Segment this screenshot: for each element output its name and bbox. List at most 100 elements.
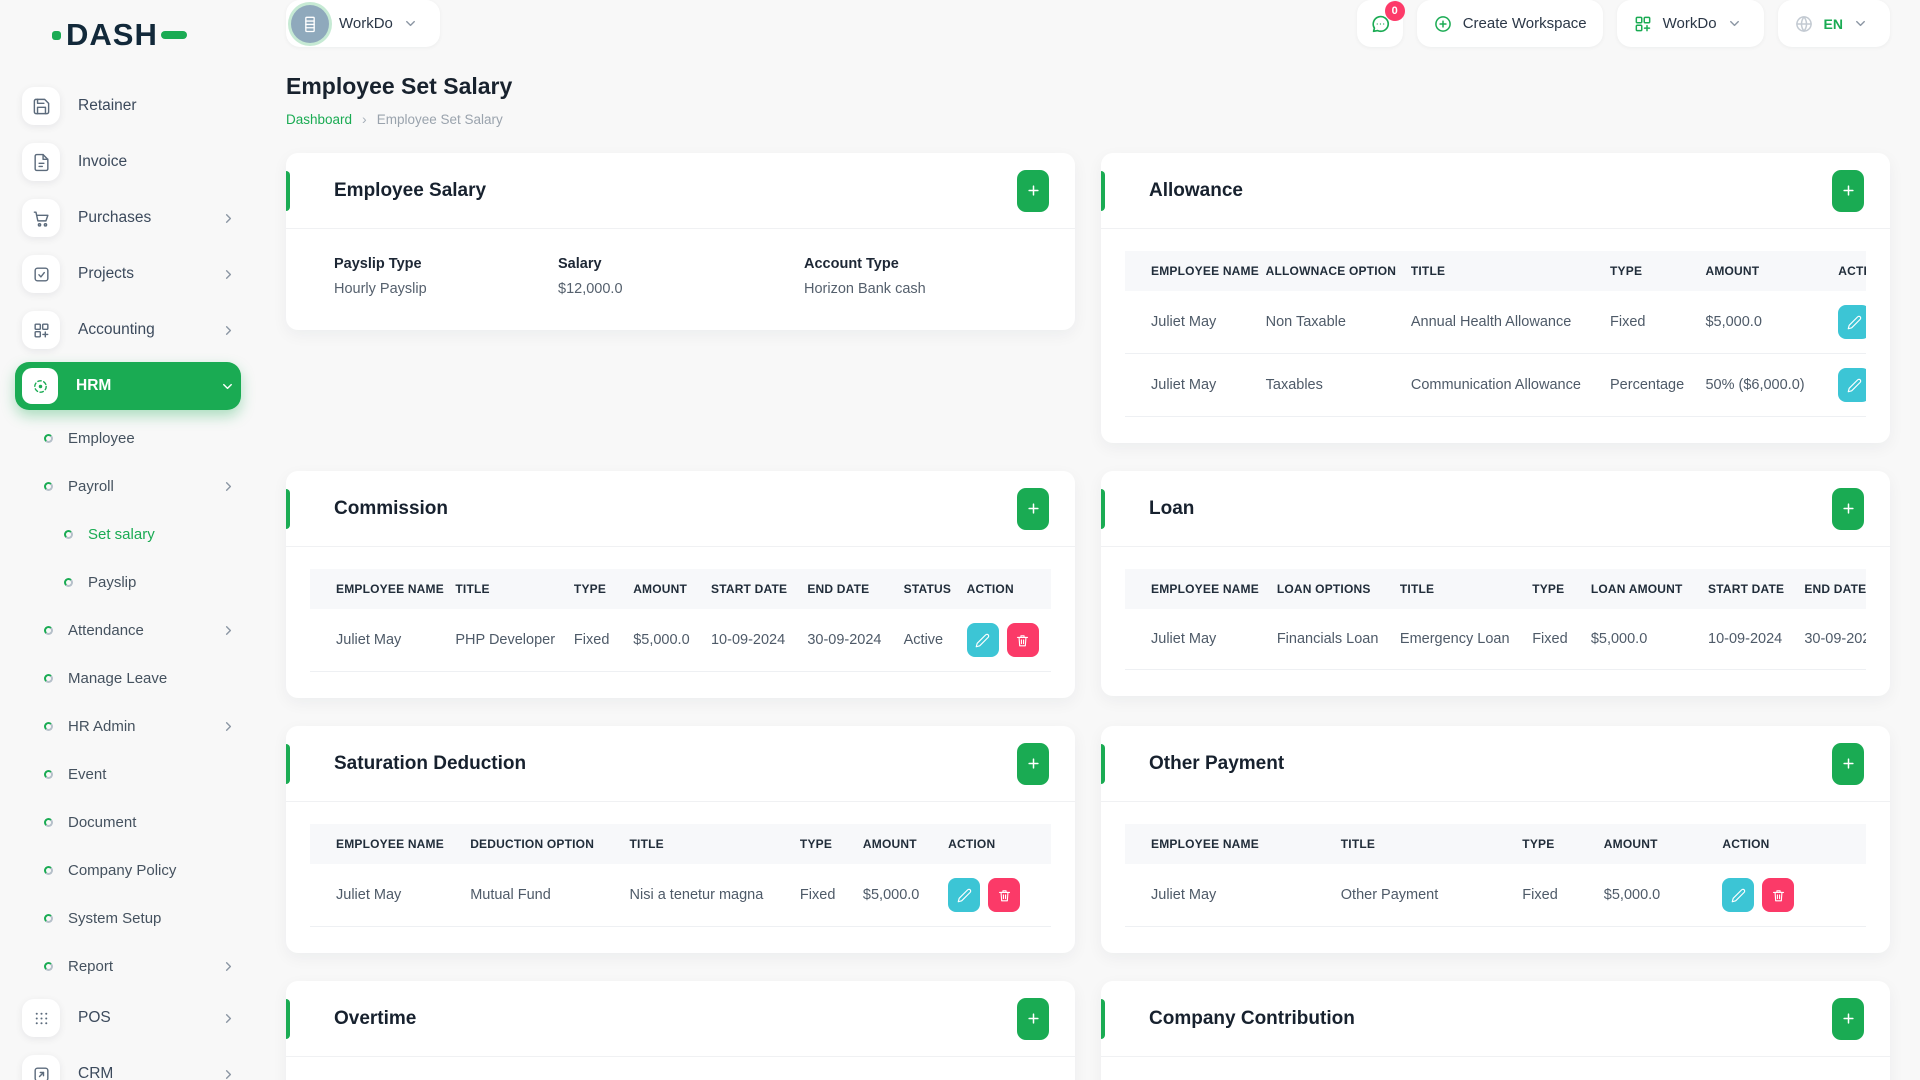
add-overtime-button[interactable] bbox=[1017, 997, 1049, 1040]
sidebar-item-employee[interactable]: Employee bbox=[22, 414, 242, 462]
delete-button[interactable] bbox=[1762, 878, 1795, 912]
table-cell: 30-09-2024 bbox=[795, 609, 892, 672]
sidebar-item-hr-admin[interactable]: HR Admin bbox=[22, 702, 242, 750]
sidebar-item-retainer[interactable]: Retainer bbox=[22, 78, 242, 134]
column-header: LOAN AMOUNT bbox=[1578, 569, 1697, 609]
sidebar-item-label: Purchases bbox=[78, 209, 152, 226]
sidebar-item-system-setup[interactable]: System Setup bbox=[22, 894, 242, 942]
column-header: END DATE bbox=[795, 569, 892, 609]
column-header: EMPLOYEE NAME bbox=[1125, 569, 1265, 609]
sidebar-item-event[interactable]: Event bbox=[22, 750, 242, 798]
table-cell: Active bbox=[891, 609, 955, 672]
workspace-switcher[interactable]: WorkDo bbox=[286, 0, 440, 47]
brand-logo[interactable]: DASH bbox=[0, 0, 256, 70]
bullet-icon bbox=[44, 673, 53, 683]
column-header: START DATE bbox=[698, 569, 796, 609]
commission-table-wrap: EMPLOYEE NAME TITLE TYPE AMOUNT START DATE EN… bbox=[310, 569, 1051, 672]
chevron-right-icon bbox=[221, 1011, 236, 1026]
chevron-down-icon bbox=[220, 379, 235, 394]
table-row: Juliet May Taxables Communication Allowanc… bbox=[1125, 353, 1866, 417]
chevron-right-icon bbox=[221, 623, 236, 638]
column-header: END DATE bbox=[1792, 569, 1866, 609]
sidebar-item-set-salary[interactable]: Set salary bbox=[22, 510, 242, 558]
create-workspace-button[interactable]: Create Workspace bbox=[1416, 0, 1603, 47]
chevron-down-icon bbox=[403, 16, 418, 31]
table-cell: Other Payment bbox=[1328, 864, 1511, 927]
column-header: AMOUNT bbox=[621, 569, 699, 609]
table-cell: Juliet May bbox=[310, 609, 444, 672]
column-header: EMPLOYEE NAME bbox=[310, 569, 444, 609]
add-employee-salary-button[interactable] bbox=[1017, 169, 1049, 212]
sidebar-item-pos[interactable]: POS bbox=[22, 990, 242, 1046]
table-cell: Financials Loan bbox=[1264, 609, 1388, 670]
sidebar-item-purchases[interactable]: Purchases bbox=[22, 190, 242, 246]
edit-button[interactable] bbox=[1838, 305, 1866, 339]
language-selector[interactable]: EN bbox=[1777, 0, 1890, 47]
delete-button[interactable] bbox=[1006, 623, 1039, 657]
add-commission-button[interactable] bbox=[1017, 487, 1049, 530]
workspace-name: WorkDo bbox=[339, 15, 393, 32]
breadcrumb-dashboard-link[interactable]: Dashboard bbox=[286, 112, 352, 127]
sidebar-item-attendance[interactable]: Attendance bbox=[22, 606, 242, 654]
chevron-down-icon bbox=[1727, 16, 1742, 31]
messages-badge: 0 bbox=[1384, 1, 1405, 21]
sidebar-item-company-policy[interactable]: Company Policy bbox=[22, 846, 242, 894]
delete-button[interactable] bbox=[988, 878, 1021, 912]
chevron-right-icon bbox=[221, 959, 236, 974]
sidebar-item-label: System Setup bbox=[68, 909, 162, 927]
add-loan-button[interactable] bbox=[1832, 487, 1864, 530]
table-cell: Fixed bbox=[787, 864, 851, 927]
sidebar-item-document[interactable]: Document bbox=[22, 798, 242, 846]
chevron-right-icon bbox=[221, 323, 236, 338]
sidebar-item-hrm[interactable]: HRM bbox=[15, 362, 241, 410]
add-other-payment-button[interactable] bbox=[1832, 742, 1864, 785]
table-cell: Juliet May bbox=[1125, 609, 1265, 670]
sidebar-item-crm[interactable]: CRM bbox=[22, 1046, 242, 1080]
add-allowance-button[interactable] bbox=[1832, 169, 1864, 212]
add-saturation-deduction-button[interactable] bbox=[1017, 742, 1049, 785]
table-cell: Mutual Fund bbox=[458, 864, 618, 927]
messages-button[interactable]: 0 bbox=[1356, 0, 1405, 47]
accounting-icon bbox=[22, 311, 60, 349]
sidebar-item-projects[interactable]: Projects bbox=[22, 246, 242, 302]
sidebar-item-label: Employee bbox=[68, 429, 135, 447]
bullet-icon bbox=[64, 577, 73, 587]
table-row: Juliet May Financials Loan Emergency Loan F… bbox=[1125, 609, 1866, 670]
allowance-table-wrap: EMPLOYEE NAME ALLOWNACE OPTION TITLE TYPE AM… bbox=[1125, 251, 1866, 417]
commission-table: EMPLOYEE NAME TITLE TYPE AMOUNT START DATE EN… bbox=[310, 569, 1051, 672]
saturation_deduction-table: EMPLOYEE NAME DEDUCTION OPTION TITLE TYPE AM… bbox=[310, 824, 1051, 927]
sidebar-item-payslip[interactable]: Payslip bbox=[22, 558, 242, 606]
other-payment-card: Other Payment EMPLOYEE NAME TITLE TYPE AMOU… bbox=[1101, 726, 1890, 953]
workspace-menu-button[interactable]: WorkDo bbox=[1616, 0, 1764, 47]
saturation-deduction-table-wrap: EMPLOYEE NAME DEDUCTION OPTION TITLE TYPE AM… bbox=[310, 824, 1051, 927]
edit-button[interactable] bbox=[966, 623, 999, 657]
edit-button[interactable] bbox=[948, 878, 981, 912]
chevron-right-icon bbox=[221, 479, 236, 494]
edit-button[interactable] bbox=[1838, 368, 1866, 402]
column-header: ACTION bbox=[1826, 251, 1866, 291]
card-title: Company Contribution bbox=[1149, 1007, 1355, 1029]
sidebar-item-manage-leave[interactable]: Manage Leave bbox=[22, 654, 242, 702]
column-header: TITLE bbox=[617, 824, 788, 864]
employee-salary-details: Payslip Type Hourly Payslip Salary $12,0… bbox=[286, 229, 1075, 330]
table-cell: Juliet May bbox=[1125, 353, 1254, 417]
chevron-right-icon bbox=[221, 211, 236, 226]
edit-button[interactable] bbox=[1722, 878, 1755, 912]
column-header: ACTION bbox=[1710, 824, 1866, 864]
cards-grid: Employee Salary Payslip Type Hourly Pays… bbox=[286, 153, 1890, 1080]
column-header: TITLE bbox=[1328, 824, 1511, 864]
employee-salary-card: Employee Salary Payslip Type Hourly Pays… bbox=[286, 153, 1075, 330]
table-cell: $5,000.0 bbox=[1578, 609, 1697, 670]
page-content: Employee Set Salary Dashboard › Employee… bbox=[256, 47, 1920, 1080]
sidebar-item-payroll[interactable]: Payroll bbox=[22, 462, 242, 510]
sidebar-item-report[interactable]: Report bbox=[22, 942, 242, 990]
sidebar-item-invoice[interactable]: Invoice bbox=[22, 134, 242, 190]
table-cell: Annual Health Allowance bbox=[1398, 291, 1599, 354]
sidebar-item-accounting[interactable]: Accounting bbox=[22, 302, 242, 358]
bullet-icon bbox=[44, 481, 53, 491]
column-header: STATUS bbox=[891, 569, 955, 609]
add-company-contribution-button[interactable] bbox=[1832, 997, 1864, 1040]
building-icon bbox=[305, 16, 315, 32]
card-title: Employee Salary bbox=[334, 179, 487, 201]
overtime-card: Overtime bbox=[286, 981, 1075, 1080]
